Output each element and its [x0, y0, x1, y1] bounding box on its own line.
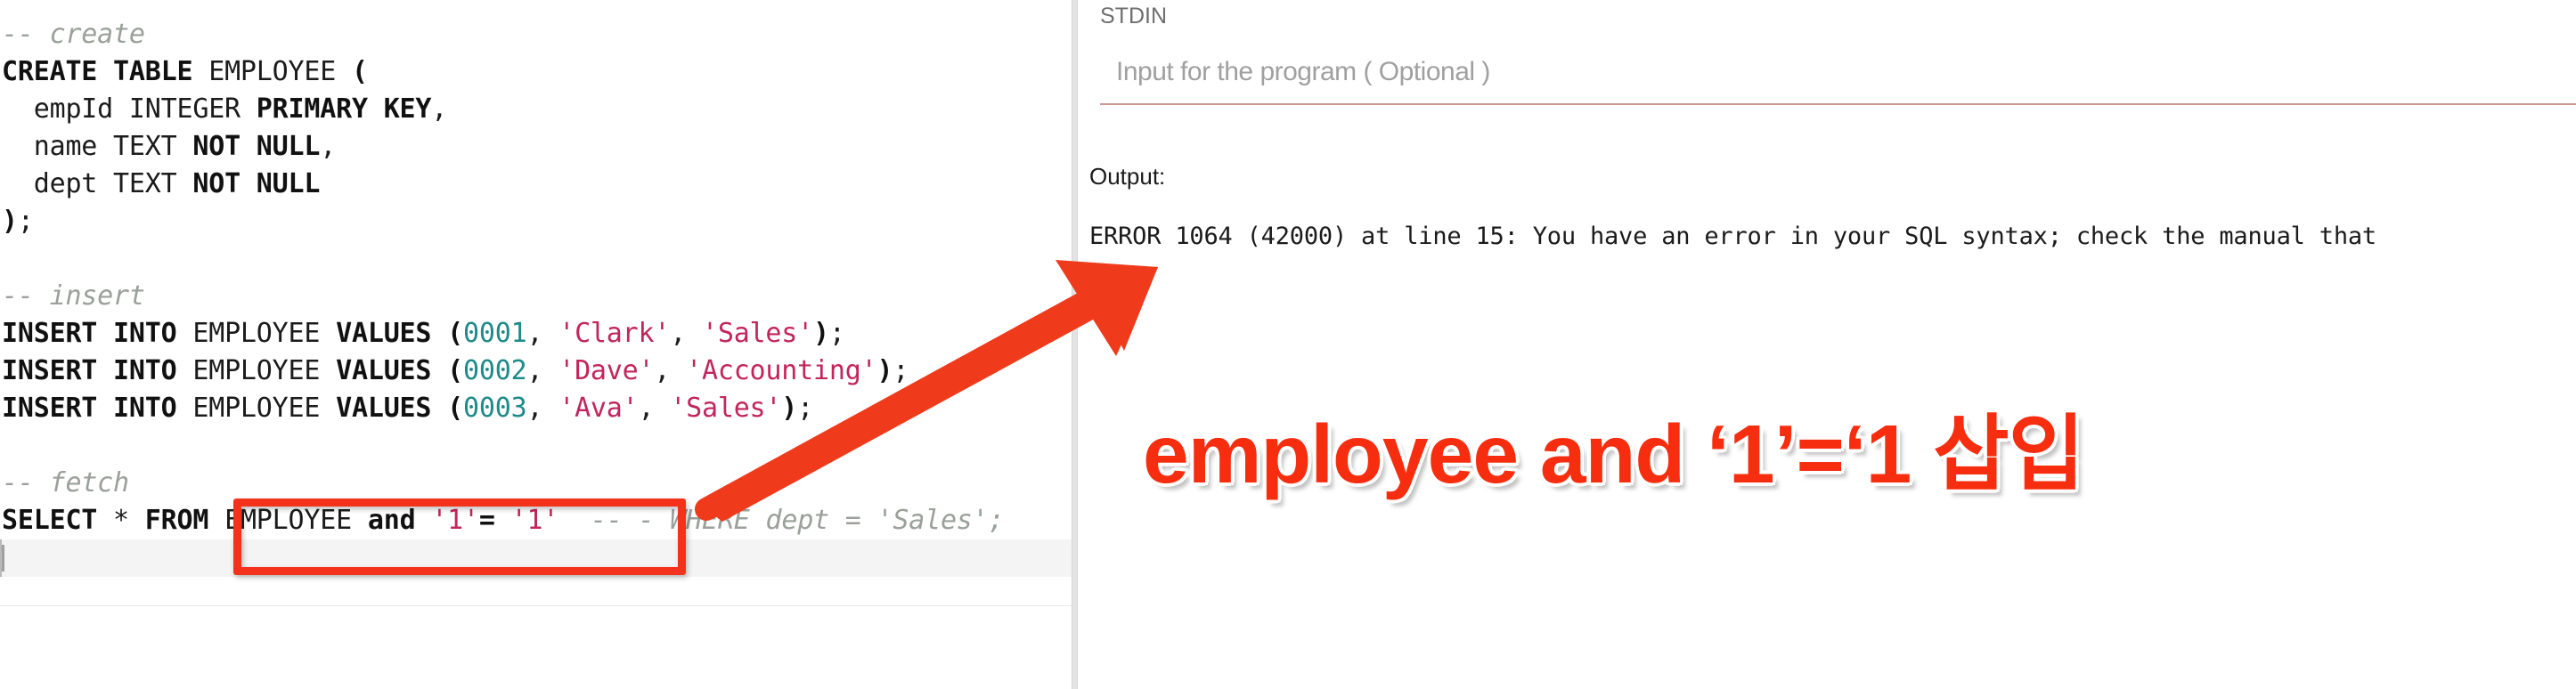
token-plain: EMPLOYEE: [192, 56, 352, 87]
token-kw: ): [781, 393, 798, 424]
code-area[interactable]: -- create CREATE TABLE EMPLOYEE ( empId I…: [0, 0, 1072, 577]
sql-editor-pane[interactable]: -- create CREATE TABLE EMPLOYEE ( empId I…: [0, 0, 1072, 689]
token-plain: name TEXT: [2, 131, 193, 162]
line-create-table[interactable]: CREATE TABLE EMPLOYEE (: [0, 53, 1072, 91]
token-kw: FROM: [144, 505, 209, 536]
token-plain: dept TEXT: [2, 168, 193, 199]
token-plain: *: [97, 505, 145, 536]
line-insert-3[interactable]: INSERT INTO EMPLOYEE VALUES (0003, 'Ava'…: [0, 390, 1072, 427]
token-comment: WHERE dept = 'Sales';: [654, 505, 1005, 536]
editor-bottom-strip: [0, 605, 1072, 689]
token-plain: EMPLOYEE: [176, 393, 337, 424]
line-insert-2[interactable]: INSERT INTO EMPLOYEE VALUES (0002, 'Dave…: [0, 353, 1072, 390]
token-kw: NOT NULL: [192, 131, 321, 162]
token-kw: and: [367, 505, 416, 536]
token-comment: -- insert: [2, 280, 145, 312]
line-blank-1[interactable]: [0, 240, 1072, 278]
token-num: 0003: [463, 393, 527, 424]
token-plain: EMPLOYEE: [176, 318, 337, 349]
line-insert-1[interactable]: INSERT INTO EMPLOYEE VALUES (0001, 'Clar…: [0, 315, 1072, 353]
output-pane: STDIN Input for the program ( Optional )…: [1079, 0, 2576, 689]
line-comment-fetch[interactable]: -- fetch: [0, 465, 1072, 502]
token-kw: =: [478, 505, 495, 536]
token-kw: NOT NULL: [192, 168, 321, 199]
output-label: Output:: [1089, 163, 1166, 190]
stdin-placeholder: Input for the program ( Optional ): [1116, 57, 1490, 86]
token-plain: ,: [320, 131, 337, 162]
token-comment: -- -: [590, 505, 655, 536]
token-plain: ,: [526, 355, 559, 386]
token-plain: ;: [893, 355, 909, 386]
token-kw: VALUES (: [336, 355, 464, 386]
token-kw: PRIMARY KEY: [256, 93, 432, 125]
token-plain: ;: [828, 318, 845, 349]
token-plain: ;: [797, 393, 814, 424]
token-plain: ,: [526, 318, 559, 349]
token-plain: ,: [526, 393, 559, 424]
line-comment-create[interactable]: -- create: [0, 16, 1072, 53]
text-caret: [2, 545, 4, 571]
token-plain: EMPLOYEE: [176, 355, 337, 386]
token-str: 'Clark': [558, 318, 671, 349]
token-plain: ,: [654, 355, 687, 386]
stdin-label: STDIN: [1100, 4, 1167, 28]
line-active-empty[interactable]: [0, 539, 1072, 577]
token-kw: INSERT INTO: [2, 318, 177, 349]
token-plain: ,: [638, 393, 671, 424]
token-str: 'Ava': [558, 393, 639, 424]
token-num: 0002: [463, 355, 527, 386]
token-str: '1': [431, 505, 479, 536]
token-num: 0001: [463, 318, 527, 349]
token-str: 'Accounting': [686, 355, 877, 386]
line-select[interactable]: SELECT * FROM EMPLOYEE and '1'= '1' -- -…: [0, 502, 1072, 539]
token-kw: INSERT INTO: [2, 355, 177, 386]
token-kw: CREATE TABLE: [2, 56, 193, 87]
token-kw: INSERT INTO: [2, 393, 177, 424]
token-plain: ,: [431, 93, 448, 125]
token-plain: ;: [17, 206, 34, 237]
token-plain: ,: [670, 318, 702, 349]
token-kw: VALUES (: [336, 393, 464, 424]
token-kw: ): [876, 355, 893, 386]
token-comment: -- fetch: [2, 467, 129, 499]
token-str: '1': [510, 505, 559, 536]
token-str: 'Sales': [670, 393, 782, 424]
token-str: 'Dave': [558, 355, 655, 386]
line-col-empid[interactable]: empId INTEGER PRIMARY KEY,: [0, 91, 1072, 128]
line-col-dept[interactable]: dept TEXT NOT NULL: [0, 166, 1072, 203]
token-kw: (: [351, 56, 368, 87]
token-plain: empId INTEGER: [2, 93, 257, 125]
output-error-text: ERROR 1064 (42000) at line 15: You have …: [1089, 223, 2376, 250]
token-comment: -- create: [2, 19, 145, 50]
pane-divider[interactable]: [1072, 0, 1078, 689]
line-col-name[interactable]: name TEXT NOT NULL,: [0, 128, 1072, 166]
stdin-input[interactable]: Input for the program ( Optional ): [1100, 55, 2576, 105]
line-close-paren[interactable]: );: [0, 203, 1072, 240]
token-kw: SELECT: [2, 505, 98, 536]
token-str: 'Sales': [701, 318, 813, 349]
token-kw: VALUES (: [336, 318, 464, 349]
line-blank-2[interactable]: [0, 427, 1072, 465]
line-comment-insert[interactable]: -- insert: [0, 278, 1072, 315]
token-kw: ): [2, 206, 18, 237]
token-kw: ): [813, 318, 829, 349]
token-plain: EMPLOYEE: [208, 505, 368, 536]
